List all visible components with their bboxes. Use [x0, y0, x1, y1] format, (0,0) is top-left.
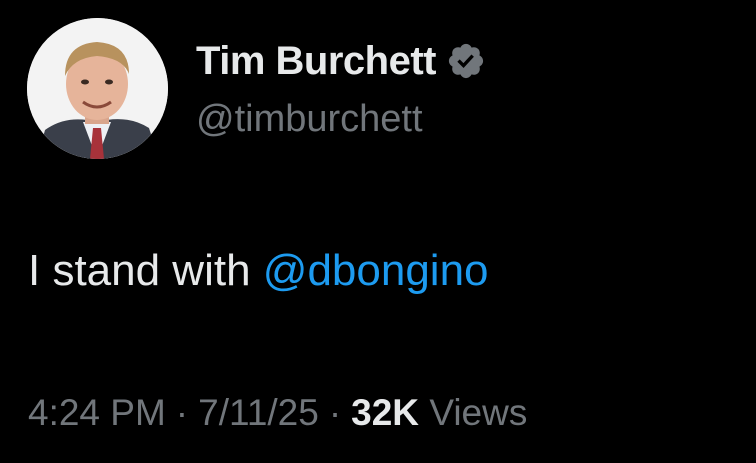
views-label: Views [429, 392, 528, 433]
verified-badge-icon[interactable] [446, 41, 486, 81]
tweet-text-prefix: I stand with [28, 246, 263, 295]
author-handle[interactable]: @timburchett [196, 98, 423, 141]
avatar[interactable] [27, 18, 168, 159]
avatar-image [27, 18, 168, 159]
tweet-text: I stand with @dbongino [28, 246, 489, 296]
author-name-row: Tim Burchett [196, 38, 486, 84]
tweet-card: Tim Burchett @timburchett I stand with @… [0, 0, 756, 463]
tweet-time[interactable]: 4:24 PM [28, 392, 166, 433]
views-count[interactable]: 32K [351, 392, 419, 433]
mention-link[interactable]: @dbongino [263, 246, 489, 295]
tweet-meta: 4:24 PM · 7/11/25 · 32K Views [28, 392, 527, 434]
tweet-date[interactable]: 7/11/25 [198, 392, 319, 433]
author-display-name[interactable]: Tim Burchett [196, 39, 436, 84]
meta-separator: · [175, 392, 189, 433]
meta-separator: · [328, 392, 342, 433]
